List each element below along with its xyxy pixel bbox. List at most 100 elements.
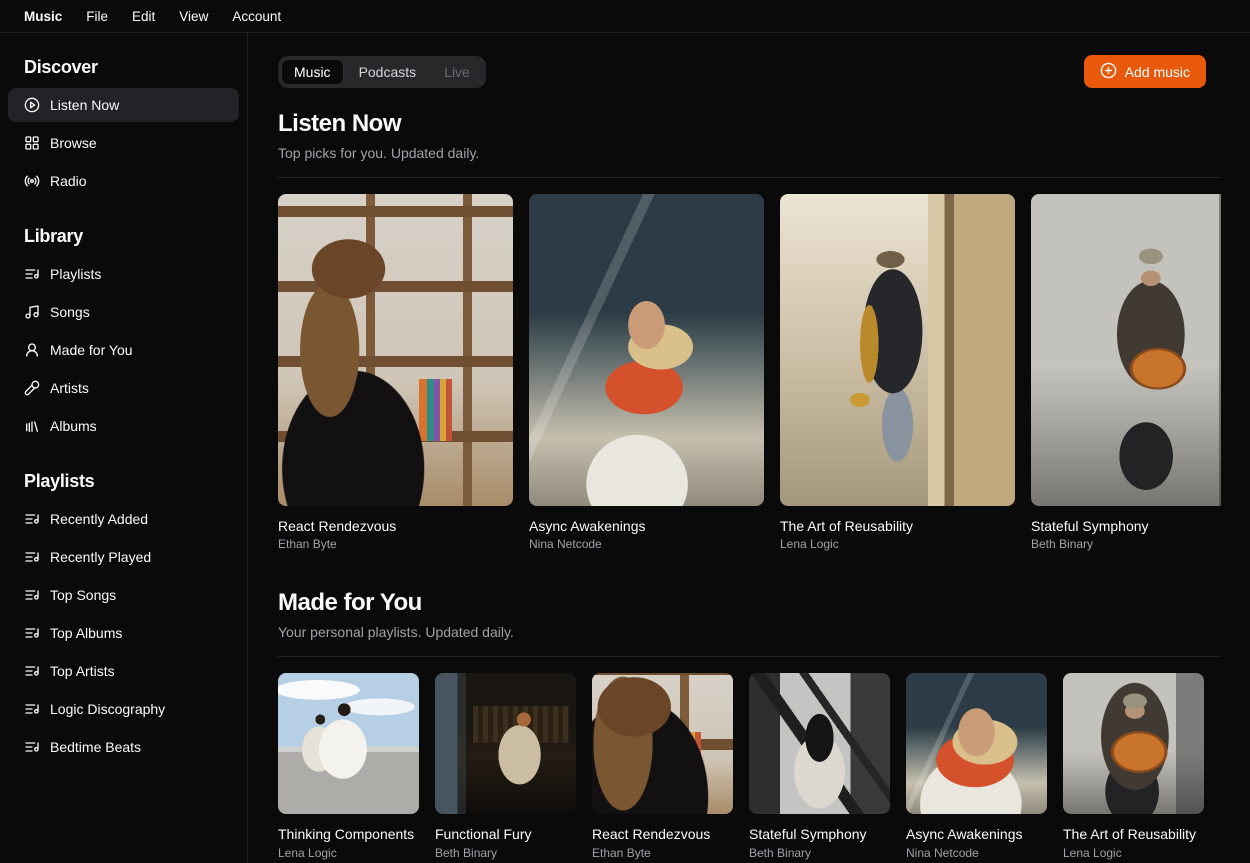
album-title: Functional Fury [435,826,532,843]
album-artist: Lena Logic [278,845,337,860]
list-music-icon [25,704,39,714]
sidebar-item-label: Songs [50,304,90,320]
sidebar-item-top-artists[interactable]: Top Artists [8,654,239,688]
album-artist: Beth Binary [749,845,812,860]
list-music-icon [25,269,39,279]
sidebar-item-playlists[interactable]: Playlists [8,257,239,291]
album-art[interactable] [435,673,576,815]
sidebar-item-label: Playlists [50,266,102,282]
album-card[interactable]: The Art of Reusability Lena Logic [780,193,1015,552]
menubar-item-edit[interactable]: Edit [120,4,167,29]
sidebar-item-radio[interactable]: Radio [8,164,239,198]
album-artist: Lena Logic [1063,845,1122,860]
menubar-item-account[interactable]: Account [220,4,293,29]
album-artist: Beth Binary [435,845,498,860]
list-music-icon [25,514,39,524]
album-card[interactable]: React Rendezvous Ethan Byte [592,673,733,860]
tab-music[interactable]: Music [281,58,344,85]
album-art[interactable] [529,193,764,506]
menubar: Music File Edit View Account [0,0,1250,33]
section-listen-now: Listen Now Top picks for you. Updated dai… [278,110,1221,551]
mic-icon [24,380,40,396]
sidebar-item-top-songs[interactable]: Top Songs [8,578,239,612]
section-made-for-you: Made for You Your personal playlists. Upd… [278,589,1221,860]
add-music-label: Add music [1124,63,1190,80]
sidebar-item-albums[interactable]: Albums [8,409,239,443]
sidebar-item-top-albums[interactable]: Top Albums [8,616,239,650]
play-circle-icon [24,97,40,113]
album-title: Async Awakenings [906,826,1023,843]
sidebar-item-label: Albums [50,418,97,434]
sidebar-item-label: Radio [50,173,87,189]
list-music-icon [25,552,39,562]
list-music-icon [25,628,39,638]
sidebar-section-library: Library Playlists Songs Made for You Artists… [8,226,239,443]
album-card[interactable]: Stateful Symphony Beth Binary [1031,193,1221,551]
list-music-icon [25,590,39,600]
layout-grid-icon [25,136,39,150]
album-artist: Lena Logic [780,537,839,552]
sidebar-item-bedtime-beats[interactable]: Bedtime Beats [8,730,239,764]
sidebar-item-made-for-you[interactable]: Made for You [8,333,239,367]
sidebar-item-label: Made for You [50,342,133,358]
album-art[interactable] [278,193,513,506]
album-artist: Ethan Byte [278,537,337,552]
album-art[interactable] [906,673,1047,815]
sidebar-section-discover: Discover Listen Now Browse Radio [8,57,239,198]
album-card[interactable]: Thinking Components Lena Logic [278,673,419,860]
album-row: Thinking Components Lena Logic Functional … [278,673,1221,860]
album-art[interactable] [1063,673,1204,815]
sidebar-item-logic-discography[interactable]: Logic Discography [8,692,239,726]
add-music-button[interactable]: Add music [1083,55,1206,88]
album-card[interactable]: The Art of Reusability Lena Logic [1063,673,1204,860]
section-title: Made for You [278,589,422,617]
album-artist: Nina Netcode [529,537,602,552]
menubar-item-file[interactable]: File [74,4,120,29]
album-title: The Art of Reusability [780,517,914,534]
sidebar-section-title: Library [24,226,83,246]
sidebar-item-songs[interactable]: Songs [8,295,239,329]
sidebar-item-listen-now[interactable]: Listen Now [8,88,239,122]
tab-list: Music Podcasts Live [278,55,486,88]
separator [278,656,1221,658]
album-title: Thinking Components [278,826,415,843]
album-artist: Ethan Byte [592,845,651,860]
menubar-item-music[interactable]: Music [12,4,74,29]
album-art[interactable] [278,673,419,815]
album-title: Async Awakenings [529,517,646,534]
sidebar-item-label: Logic Discography [50,701,166,717]
sidebar-section-playlists: Playlists Recently Added Recently Played To… [8,471,239,764]
sidebar-item-label: Recently Played [50,549,152,565]
album-art[interactable] [780,193,1015,506]
album-art[interactable] [749,673,890,815]
sidebar-item-label: Listen Now [50,97,120,113]
tab-live[interactable]: Live [431,59,483,85]
sidebar-item-label: Artists [50,380,89,396]
sidebar-item-browse[interactable]: Browse [8,126,239,160]
sidebar-item-label: Recently Added [50,511,149,527]
album-art[interactable] [1031,193,1221,506]
menubar-item-view[interactable]: View [167,4,220,29]
sidebar-section-title: Playlists [24,471,95,491]
album-card[interactable]: Functional Fury Beth Binary [435,673,576,860]
album-card[interactable]: Stateful Symphony Beth Binary [749,673,890,860]
section-subtitle: Top picks for you. Updated daily. [278,144,480,161]
sidebar-item-label: Browse [50,135,97,151]
album-artist: Nina Netcode [906,845,979,860]
separator [278,176,1221,178]
sidebar-item-artists[interactable]: Artists [8,371,239,405]
sidebar-item-recently-added[interactable]: Recently Added [8,502,239,536]
album-card[interactable]: React Rendezvous Ethan Byte [278,193,513,552]
album-title: React Rendezvous [278,517,397,534]
sidebar-item-recently-played[interactable]: Recently Played [8,540,239,574]
album-art[interactable] [592,673,733,815]
main-content: Music Podcasts Live Add music Listen Now To… [248,33,1250,863]
list-music-icon [25,742,39,752]
album-title: The Art of Reusability [1063,826,1197,843]
sections: Listen Now Top picks for you. Updated dai… [278,110,1221,860]
album-card[interactable]: Async Awakenings Nina Netcode [529,193,764,552]
tab-podcasts[interactable]: Podcasts [346,59,430,85]
album-title: Stateful Symphony [749,826,867,843]
album-card[interactable]: Async Awakenings Nina Netcode [906,673,1047,860]
sidebar-section-title: Discover [24,57,98,77]
